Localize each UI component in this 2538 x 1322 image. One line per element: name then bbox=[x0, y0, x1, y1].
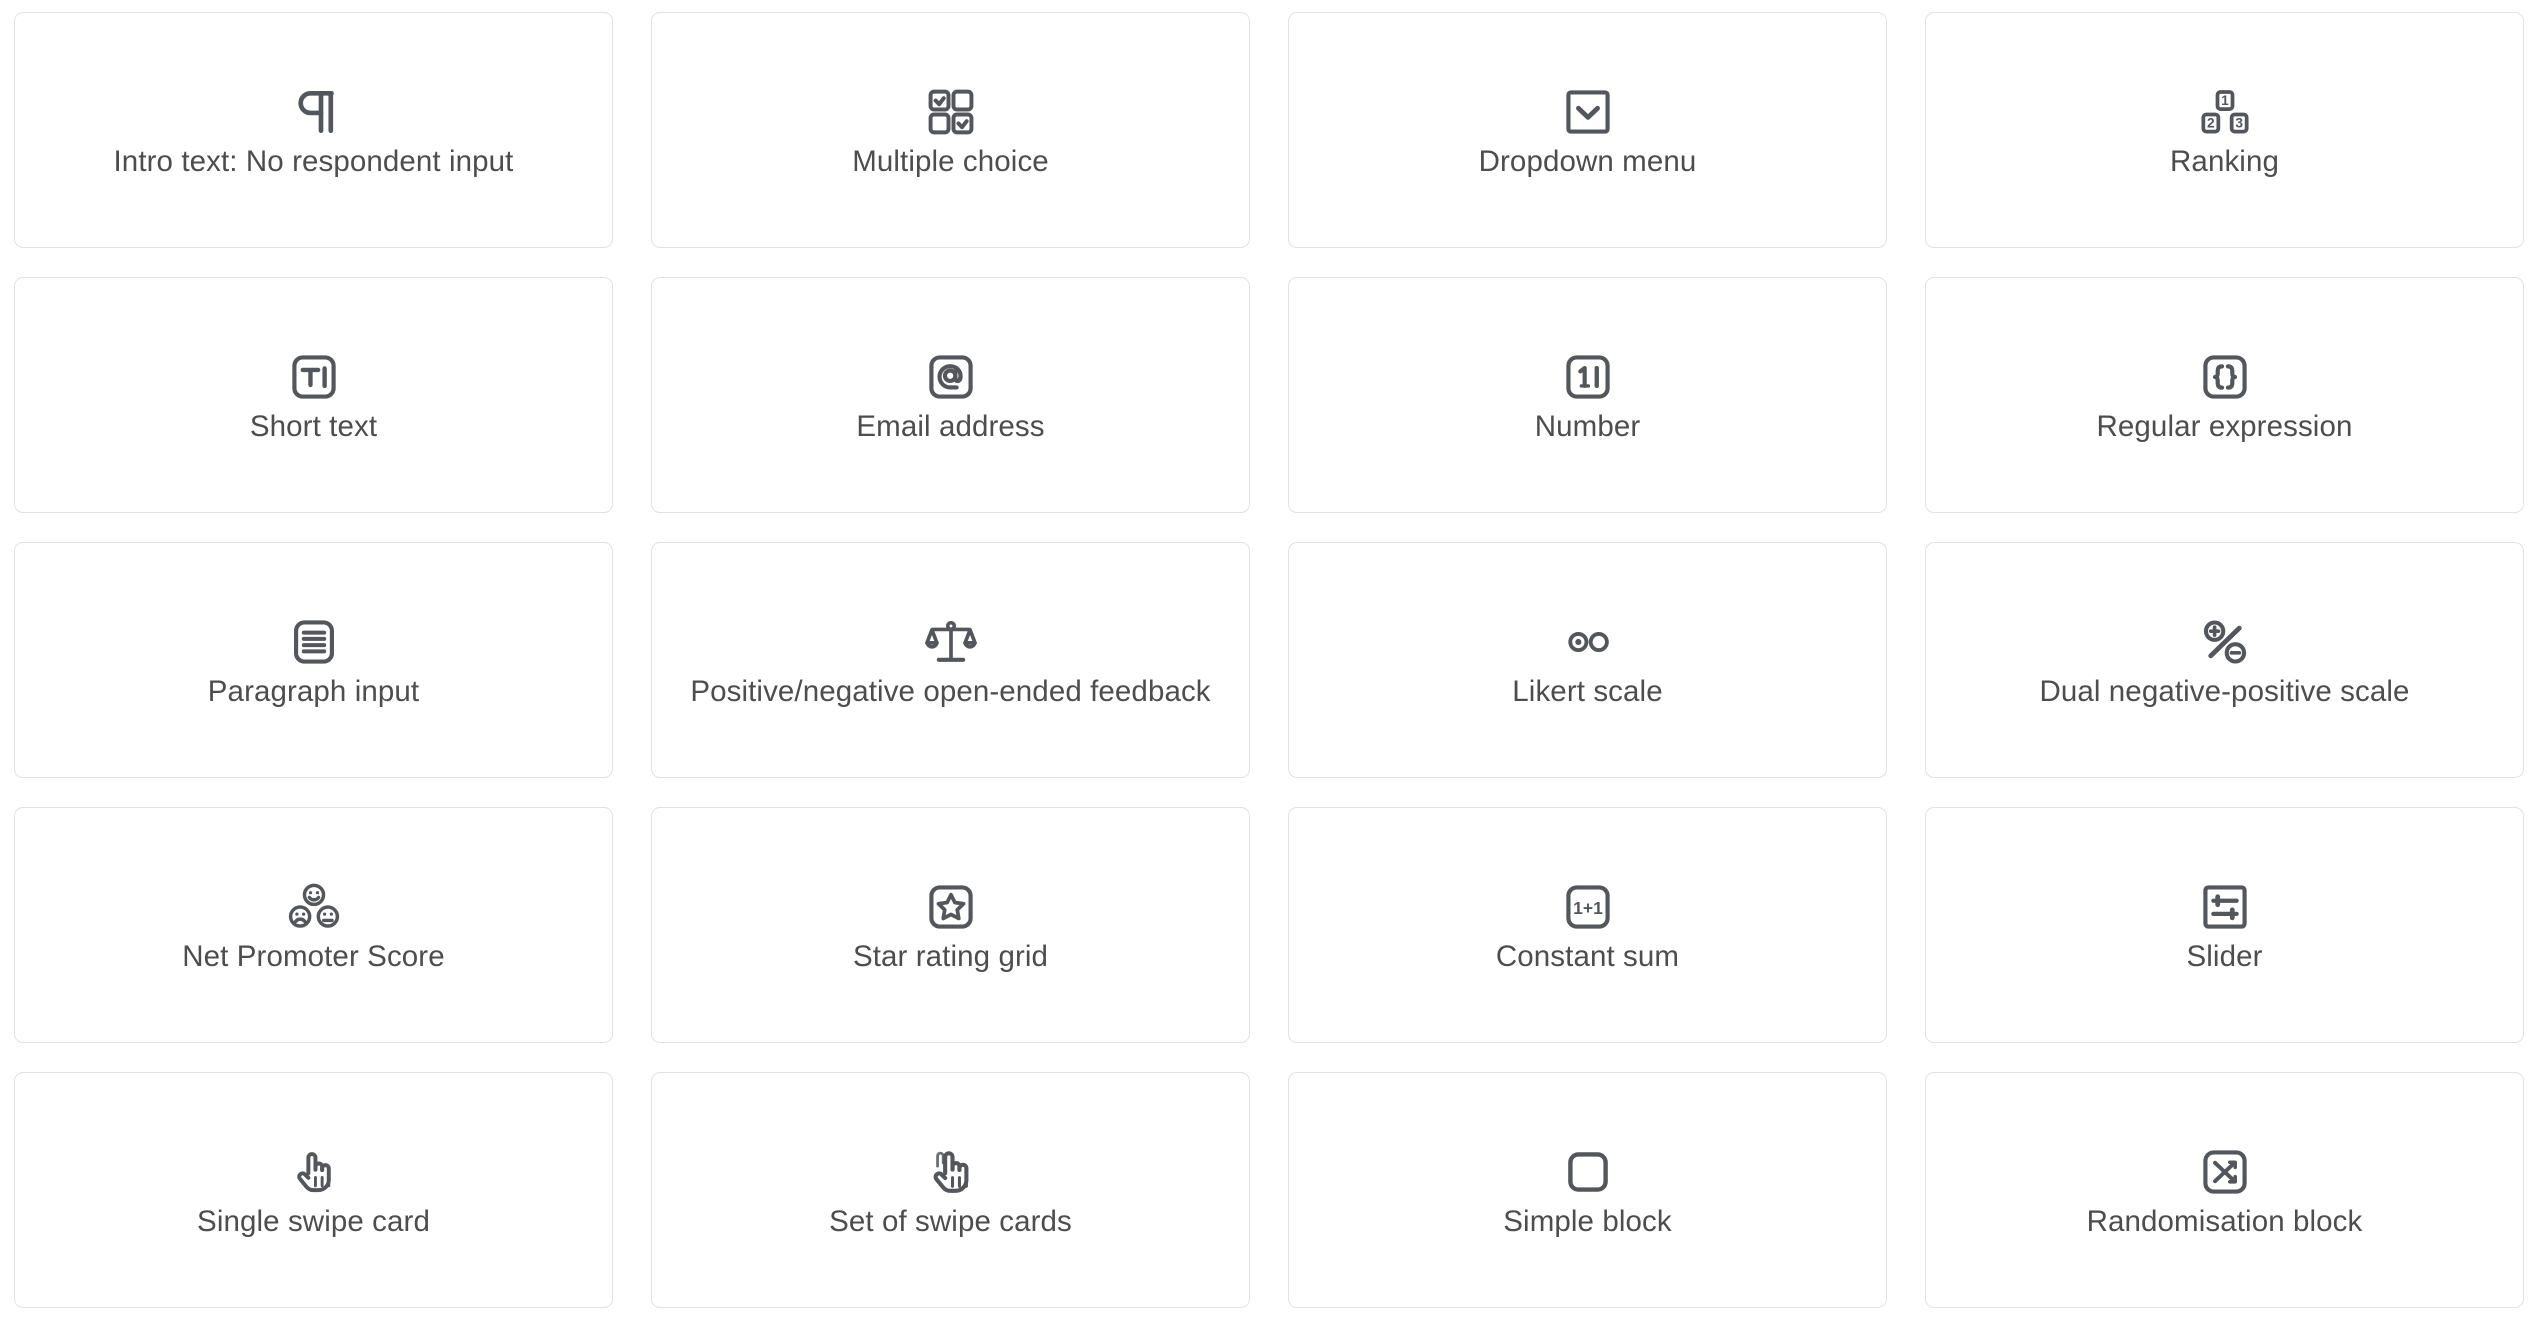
card-label: Short text bbox=[249, 410, 378, 444]
question-type-card-multiple-choice[interactable]: Multiple choice bbox=[651, 12, 1250, 248]
question-type-card-intro-text[interactable]: Intro text: No respondent input bbox=[14, 12, 613, 248]
svg-text:1+1: 1+1 bbox=[1573, 899, 1603, 919]
checkbox-grid-icon bbox=[926, 81, 976, 143]
star-box-icon bbox=[926, 876, 976, 938]
emoji-faces-icon bbox=[288, 876, 340, 938]
card-label: Dual negative-positive scale bbox=[2039, 675, 2410, 709]
card-label: Set of swipe cards bbox=[829, 1205, 1072, 1239]
pointing-hand-stack-icon bbox=[925, 1141, 977, 1203]
card-label: Slider bbox=[2186, 940, 2263, 974]
numbered-blocks-icon: 1 2 3 bbox=[2200, 81, 2250, 143]
balance-scales-icon bbox=[924, 611, 977, 673]
question-type-card-likert-scale[interactable]: Likert scale bbox=[1288, 542, 1887, 778]
card-label: Simple block bbox=[1503, 1205, 1672, 1239]
question-type-card-constant-sum[interactable]: 1+1 Constant sum bbox=[1288, 807, 1887, 1043]
question-type-card-set-of-swipe-cards[interactable]: Set of swipe cards bbox=[651, 1072, 1250, 1308]
pilcrow-icon bbox=[286, 81, 342, 143]
card-label: Net Promoter Score bbox=[182, 940, 445, 974]
card-label: Email address bbox=[856, 410, 1045, 444]
card-label: Multiple choice bbox=[852, 145, 1049, 179]
card-label: Dropdown menu bbox=[1478, 145, 1697, 179]
question-type-card-net-promoter-score[interactable]: Net Promoter Score bbox=[14, 807, 613, 1043]
sliders-box-icon bbox=[2200, 876, 2250, 938]
question-type-card-short-text[interactable]: Short text bbox=[14, 277, 613, 513]
question-type-card-slider[interactable]: Slider bbox=[1925, 807, 2524, 1043]
at-sign-box-icon bbox=[926, 346, 976, 408]
card-label: Number bbox=[1534, 410, 1641, 444]
card-label: Star rating grid bbox=[852, 940, 1049, 974]
question-type-card-dual-scale[interactable]: Dual negative-positive scale bbox=[1925, 542, 2524, 778]
question-type-card-paragraph-input[interactable]: Paragraph input bbox=[14, 542, 613, 778]
chevron-down-box-icon bbox=[1563, 81, 1613, 143]
card-label: Ranking bbox=[2170, 145, 2279, 179]
question-type-card-positive-negative-feedback[interactable]: Positive/negative open-ended feedback bbox=[651, 542, 1250, 778]
question-type-grid: Intro text: No respondent input Multiple… bbox=[0, 0, 2538, 1322]
card-label: Constant sum bbox=[1495, 940, 1680, 974]
pointing-hand-icon bbox=[289, 1141, 339, 1203]
svg-text:1: 1 bbox=[2221, 94, 2229, 109]
card-label: Single swipe card bbox=[197, 1205, 430, 1239]
question-type-card-randomisation-block[interactable]: Randomisation block bbox=[1925, 1072, 2524, 1308]
question-type-card-email-address[interactable]: Email address bbox=[651, 277, 1250, 513]
question-type-card-ranking[interactable]: 1 2 3 Ranking bbox=[1925, 12, 2524, 248]
question-type-card-single-swipe-card[interactable]: Single swipe card bbox=[14, 1072, 613, 1308]
question-type-card-regular-expression[interactable]: Regular expression bbox=[1925, 277, 2524, 513]
plus-minus-percent-icon bbox=[2199, 611, 2251, 673]
one-plus-one-box-icon: 1+1 bbox=[1563, 876, 1613, 938]
question-type-card-dropdown-menu[interactable]: Dropdown menu bbox=[1288, 12, 1887, 248]
question-type-card-number[interactable]: Number bbox=[1288, 277, 1887, 513]
svg-text:3: 3 bbox=[2235, 116, 2243, 131]
shuffle-box-icon bbox=[2200, 1141, 2250, 1203]
question-type-card-star-rating-grid[interactable]: Star rating grid bbox=[651, 807, 1250, 1043]
text-cursor-box-icon bbox=[289, 346, 339, 408]
card-label: Positive/negative open-ended feedback bbox=[690, 675, 1211, 709]
question-type-card-simple-block[interactable]: Simple block bbox=[1288, 1072, 1887, 1308]
svg-text:2: 2 bbox=[2207, 116, 2215, 131]
number-cursor-box-icon bbox=[1563, 346, 1613, 408]
empty-rounded-square-icon bbox=[1564, 1141, 1612, 1203]
card-label: Paragraph input bbox=[207, 675, 420, 709]
card-label: Likert scale bbox=[1512, 675, 1663, 709]
radio-buttons-icon bbox=[1561, 611, 1615, 673]
card-label: Intro text: No respondent input bbox=[113, 145, 514, 179]
card-label: Regular expression bbox=[2096, 410, 2353, 444]
card-label: Randomisation block bbox=[2086, 1205, 2363, 1239]
text-lines-box-icon bbox=[289, 611, 339, 673]
curly-braces-box-icon bbox=[2200, 346, 2250, 408]
